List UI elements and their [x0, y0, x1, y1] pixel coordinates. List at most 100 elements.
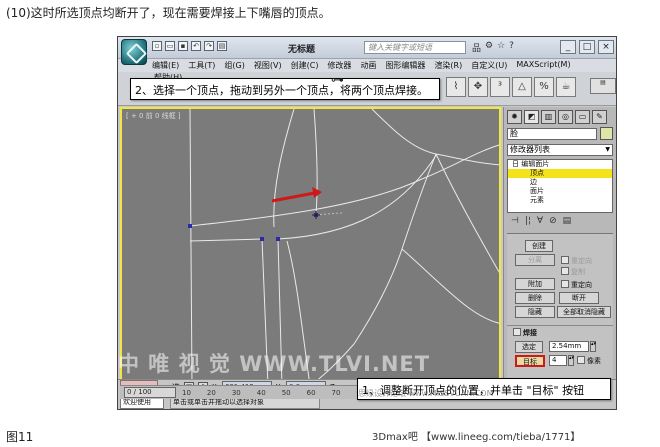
weld-threshold-field[interactable]: 2.54mm [549, 341, 589, 352]
menu-views[interactable]: 视图(V) [254, 60, 282, 71]
upper-lip-edge [189, 144, 499, 227]
hide-button[interactable]: 隐藏 [515, 306, 555, 318]
edge-upper-right-b [435, 153, 499, 166]
menu-tools[interactable]: 工具(T) [188, 60, 215, 71]
named-selection-button[interactable]: ▤ [590, 78, 616, 94]
time-slider[interactable]: 0 / 100 [124, 387, 176, 398]
edge-left-vertical [189, 109, 193, 382]
target-pixels-spinner[interactable]: ▴▾ [568, 355, 574, 366]
menu-maxscript[interactable]: MAXScript(M) [516, 60, 570, 71]
create-tab-icon[interactable]: ✹ [507, 110, 522, 124]
show-end-result-icon[interactable]: |¦ [525, 216, 531, 230]
weld-divider [507, 325, 613, 326]
new-file-icon[interactable]: ▫ [152, 41, 162, 51]
stack-item-edge[interactable]: 边 [508, 178, 612, 187]
drag-arrow-shaft [271, 190, 321, 203]
utilities-tab-icon[interactable]: ✎ [592, 110, 607, 124]
unhide-all-button[interactable]: 全部取消隐藏 [557, 306, 611, 318]
menu-customize[interactable]: 自定义(U) [471, 60, 507, 71]
command-panel-tabs: ✹ ◩ ▥ ◎ ▭ ✎ [507, 110, 607, 124]
track-ruler[interactable]: 10 20 30 40 50 60 70 80 [182, 386, 365, 400]
snap-3-icon[interactable]: ³ [490, 77, 510, 97]
menu-animation[interactable]: 动画 [360, 60, 376, 71]
command-panel: ✹ ◩ ▥ ◎ ▭ ✎ 脸 修改器列表 日 编辑面片 顶点 边 面片 元素 ⊣ … [503, 107, 616, 384]
pin-stack-icon[interactable]: ⊣ [511, 216, 519, 230]
weld-threshold-spinner[interactable]: ▴▾ [590, 341, 596, 352]
target-pixels-field[interactable]: 4 [549, 355, 567, 366]
reorient-checkbox[interactable]: 重定向 [561, 256, 592, 266]
project-folder-icon[interactable]: ▤ [217, 41, 227, 51]
angle-snap-icon[interactable]: △ [512, 77, 532, 97]
minimize-button[interactable]: _ [560, 40, 576, 54]
configure-sets-icon[interactable]: ▤ [563, 216, 572, 230]
vertex-b[interactable] [260, 237, 264, 241]
undo-icon[interactable]: ↶ [191, 41, 201, 51]
menu-create[interactable]: 创建(C) [291, 60, 319, 71]
gear-icon[interactable]: ⚙ [485, 41, 493, 54]
modify-tab-icon[interactable]: ◩ [524, 110, 539, 124]
stack-item-vertex[interactable]: 顶点 [508, 169, 612, 178]
modifier-stack: 日 编辑面片 顶点 边 面片 元素 [507, 159, 613, 213]
object-name-field[interactable]: 脸 [507, 128, 597, 140]
ruler-tick: 50 [281, 389, 291, 397]
render-icon[interactable]: ☕ [556, 77, 576, 97]
set-key-icon[interactable]: ⊶ [331, 73, 344, 88]
weld-selected-button[interactable]: 选定 [515, 341, 543, 353]
ruler-tick: 60 [306, 389, 316, 397]
break-button[interactable]: 断开 [559, 292, 599, 304]
menu-edit[interactable]: 编辑(E) [152, 60, 179, 71]
detach-button[interactable]: 分离 [515, 254, 555, 266]
help-icon[interactable]: ? [509, 41, 514, 54]
search-input[interactable]: 键入关键字或短语 [364, 41, 466, 54]
delete-button[interactable]: 删除 [515, 292, 555, 304]
percent-snap-icon[interactable]: % [534, 77, 554, 97]
infocenter-tools: 品 ⚙ ☆ ? [472, 41, 514, 54]
menu-group[interactable]: 组(G) [224, 60, 244, 71]
maximize-button[interactable]: □ [579, 40, 595, 54]
stack-item-element[interactable]: 元素 [508, 196, 612, 205]
motion-tab-icon[interactable]: ◎ [558, 110, 573, 124]
hierarchy-tab-icon[interactable]: ▥ [541, 110, 556, 124]
move-icon[interactable]: ✥ [468, 77, 488, 97]
edge-lower-mid [286, 240, 310, 382]
copy-checkbox[interactable]: 复制 [561, 267, 585, 277]
vertex-a[interactable] [188, 224, 192, 228]
wireframe-canvas[interactable] [122, 109, 501, 384]
object-color-swatch[interactable] [600, 127, 613, 140]
curve-editor-icon[interactable]: ⌇ [446, 77, 466, 97]
quick-access-toolbar: ▫ ▭ ▪ ↶ ↷ ▤ [152, 41, 227, 51]
menu-modifiers[interactable]: 修改器 [327, 60, 351, 71]
weld-target-button[interactable]: 目标 [515, 355, 545, 367]
stack-item-patch[interactable]: 面片 [508, 187, 612, 196]
window-controls: _ □ × [560, 40, 614, 54]
figure-label: 图11 [6, 430, 34, 444]
max-window: ▫ ▭ ▪ ↶ ↷ ▤ 无标题 键入关键字或短语 品 ⚙ ☆ ? _ □ × 编… [117, 36, 617, 410]
make-unique-icon[interactable]: ∀ [537, 216, 543, 230]
site-credit: 3Dmax吧 【www.lineeg.com/tieba/1771】 [372, 432, 581, 443]
create-button[interactable]: 创建 [525, 240, 553, 252]
modifier-list-dropdown[interactable]: 修改器列表 [507, 144, 613, 156]
stack-item-edit-patch[interactable]: 日 编辑面片 [508, 160, 612, 169]
menu-graph-editors[interactable]: 图形编辑器 [385, 60, 425, 71]
viewport-label[interactable]: [ + 0 前 0 线框 ] [126, 111, 181, 121]
ruler-tick: 30 [231, 389, 241, 397]
title-bar: ▫ ▭ ▪ ↶ ↷ ▤ 无标题 键入关键字或短语 品 ⚙ ☆ ? _ □ × [118, 37, 616, 59]
remove-modifier-icon[interactable]: ⊘ [549, 216, 557, 230]
vertex-c[interactable] [276, 237, 280, 241]
close-button[interactable]: × [598, 40, 614, 54]
front-viewport[interactable]: [ + 0 前 0 线框 ] [120, 107, 501, 384]
save-icon[interactable]: ▪ [178, 41, 188, 51]
lower-lip-edge [189, 153, 438, 242]
attach-button[interactable]: 附加 [515, 278, 555, 290]
display-tab-icon[interactable]: ▭ [575, 110, 590, 124]
menu-rendering[interactable]: 渲染(R) [434, 60, 462, 71]
redo-icon[interactable]: ↷ [204, 41, 214, 51]
open-folder-icon[interactable]: ▭ [165, 41, 175, 51]
ruler-tick: 20 [206, 389, 216, 397]
app-logo-icon[interactable] [121, 39, 147, 65]
edge-upper-right-a [371, 109, 437, 155]
star-icon[interactable]: ☆ [497, 41, 505, 54]
reorient-attach-checkbox[interactable]: 重定向 [561, 280, 592, 290]
binoculars-icon[interactable]: 品 [472, 41, 481, 54]
ruler-tick: 10 [182, 389, 191, 397]
